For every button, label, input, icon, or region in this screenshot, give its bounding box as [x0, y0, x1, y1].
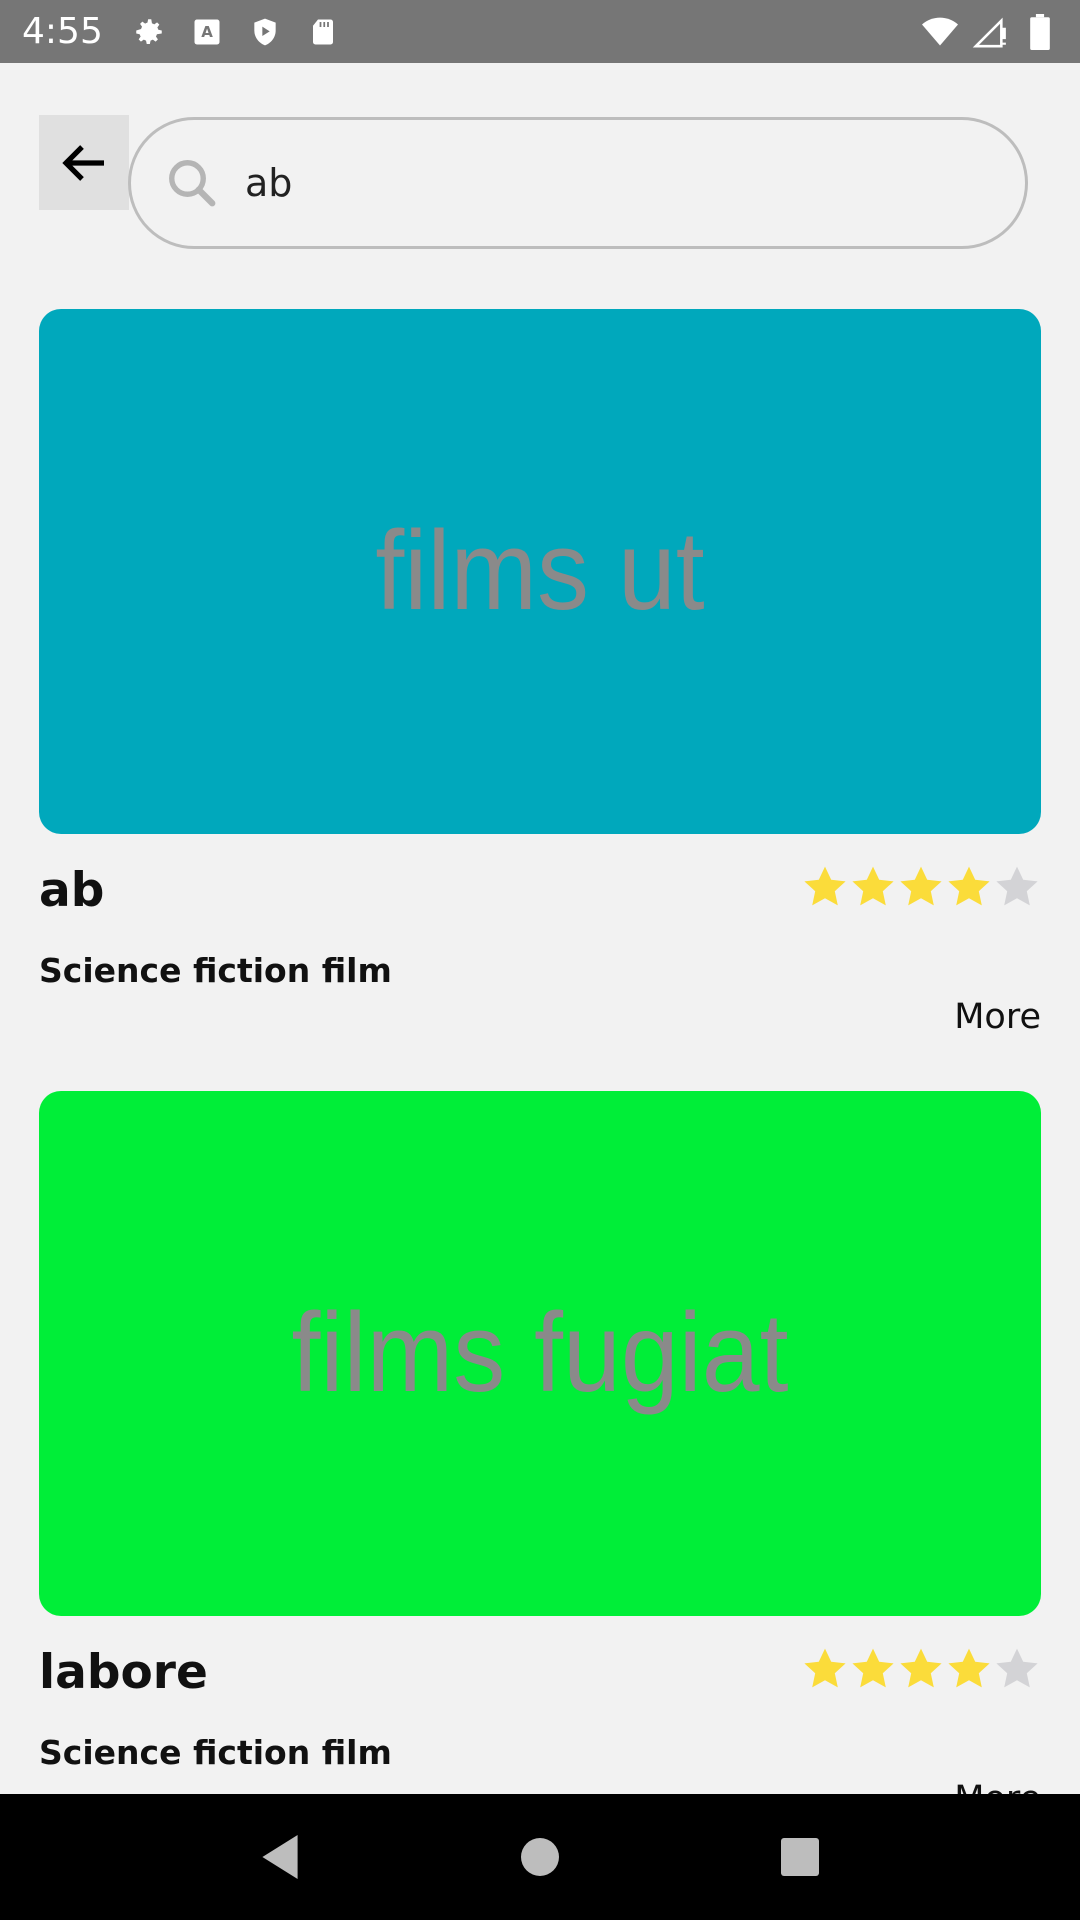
signal-icon: [972, 14, 1008, 50]
wifi-icon: [922, 14, 958, 50]
status-bar: 4:55 A: [0, 0, 1080, 63]
font-a-icon: A: [189, 14, 225, 50]
star-filled-icon: [804, 1648, 846, 1688]
search-input[interactable]: [245, 161, 885, 205]
svg-text:A: A: [201, 23, 213, 41]
star-rating: [801, 863, 1041, 911]
star-filled-icon: [804, 866, 846, 906]
star-filled-icon: [900, 1648, 942, 1688]
card-image[interactable]: films fugiat: [39, 1091, 1041, 1616]
gear-icon: [131, 14, 167, 50]
nav-recents-button[interactable]: [765, 1822, 835, 1892]
star-filled-icon: [852, 1648, 894, 1688]
navigation-bar: [0, 1794, 1080, 1920]
star-rating: [801, 1645, 1041, 1693]
card-title: ab: [39, 863, 105, 918]
back-button[interactable]: [39, 115, 129, 210]
star-filled-icon: [948, 1648, 990, 1688]
nav-home-button[interactable]: [505, 1822, 575, 1892]
card-image[interactable]: films ut: [39, 309, 1041, 834]
search-results-screen: films ut ab Science fiction film More fi…: [0, 63, 1080, 1794]
star-filled-icon: [852, 866, 894, 906]
recents-square-icon: [781, 1838, 819, 1876]
battery-icon: [1022, 13, 1058, 50]
more-button[interactable]: More: [954, 1779, 1041, 1794]
card-subtitle: Science fiction film: [39, 1733, 392, 1772]
sd-card-icon: [305, 14, 341, 50]
search-box[interactable]: [128, 117, 1028, 249]
arrow-left-icon: [62, 144, 104, 181]
star-empty-icon: [996, 866, 1038, 906]
search-icon: [169, 160, 216, 207]
star-filled-icon: [948, 866, 990, 906]
status-time: 4:55: [22, 11, 103, 52]
card-image-text: films fugiat: [291, 1290, 789, 1416]
result-card[interactable]: films ut ab Science fiction film More: [39, 309, 1041, 1037]
home-circle-icon: [521, 1838, 559, 1876]
status-right-group: [908, 13, 1058, 50]
card-subtitle: Science fiction film: [39, 951, 392, 990]
nav-back-button[interactable]: [245, 1822, 315, 1892]
shield-play-icon: [247, 14, 283, 50]
card-image-text: films ut: [375, 508, 705, 634]
back-triangle-icon: [262, 1835, 298, 1879]
star-empty-icon: [996, 1648, 1038, 1688]
result-card[interactable]: films fugiat labore Science fiction film…: [39, 1091, 1041, 1794]
card-title: labore: [39, 1645, 208, 1700]
more-button[interactable]: More: [954, 997, 1041, 1037]
star-filled-icon: [900, 866, 942, 906]
